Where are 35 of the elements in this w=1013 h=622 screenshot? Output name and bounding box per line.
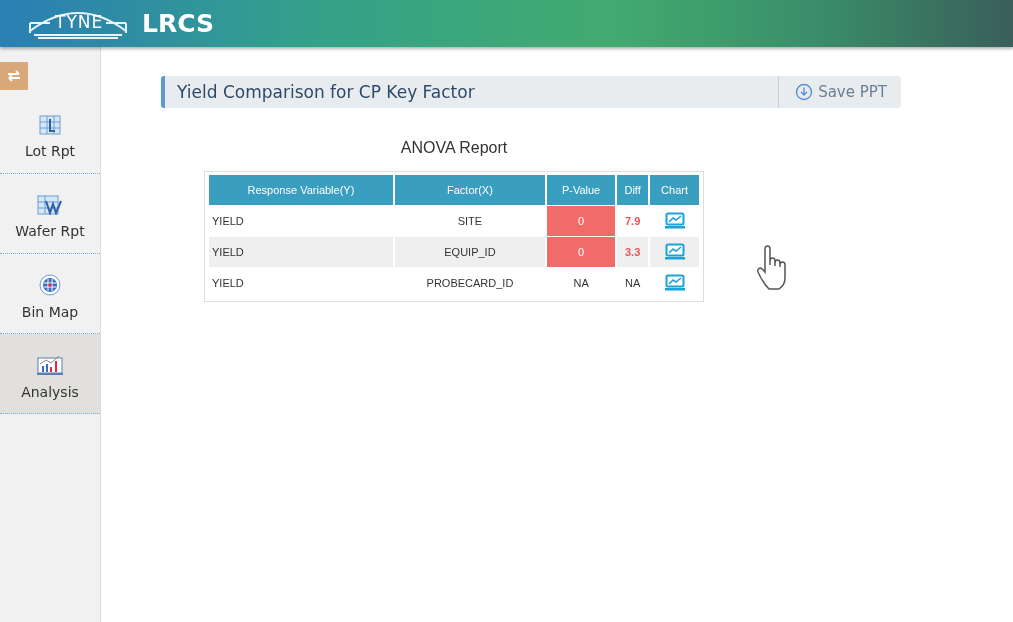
table-cell-text: SITE <box>456 214 484 229</box>
column-header: Chart <box>650 175 699 205</box>
p-value-cell: 0 <box>547 206 616 236</box>
p-value-cell-text: NA <box>572 276 590 291</box>
download-icon <box>795 83 814 101</box>
p-value-cell: 0 <box>547 237 616 267</box>
table-cell: EQUIP_ID <box>394 237 545 267</box>
chart-icon[interactable] <box>664 273 685 291</box>
app-name: LRCS <box>142 9 214 38</box>
chart-icon[interactable] <box>664 211 685 229</box>
column-header: Factor(X) <box>394 175 545 205</box>
chart-icon[interactable] <box>664 242 685 260</box>
panel-title: Yield Comparison for CP Key Factor <box>177 82 475 102</box>
swap-toggle-button[interactable] <box>0 62 28 90</box>
table-cell-text: NA <box>624 276 642 291</box>
wafer-map-icon <box>39 273 61 296</box>
save-ppt-button[interactable]: Save PPT <box>778 76 901 108</box>
table-cell-text: YIELD <box>211 276 245 291</box>
table-icon <box>37 194 63 215</box>
sidebar-item[interactable]: Wafer Rpt <box>0 174 100 254</box>
swap-arrows-icon <box>7 70 21 82</box>
table-cell-text: 7.9 <box>624 214 642 229</box>
logo-text: TYNE <box>55 12 104 31</box>
bar-chart-icon <box>37 353 63 376</box>
sidebar-item[interactable]: Lot Rpt <box>0 94 100 174</box>
table-cell-text: PROBECARD_ID <box>425 276 515 291</box>
report-title: ANOVA Report <box>399 139 509 157</box>
table-icon <box>39 114 61 135</box>
sidebar-item[interactable]: Analysis <box>0 334 100 414</box>
column-header: P-Value <box>547 175 616 205</box>
table-cell: YIELD <box>209 237 393 267</box>
table-cell: 3.3 <box>617 237 649 267</box>
column-header: Diff <box>617 175 649 205</box>
table-cell-text: YIELD <box>211 214 245 229</box>
column-header: Response Variable(Y) <box>209 175 393 205</box>
